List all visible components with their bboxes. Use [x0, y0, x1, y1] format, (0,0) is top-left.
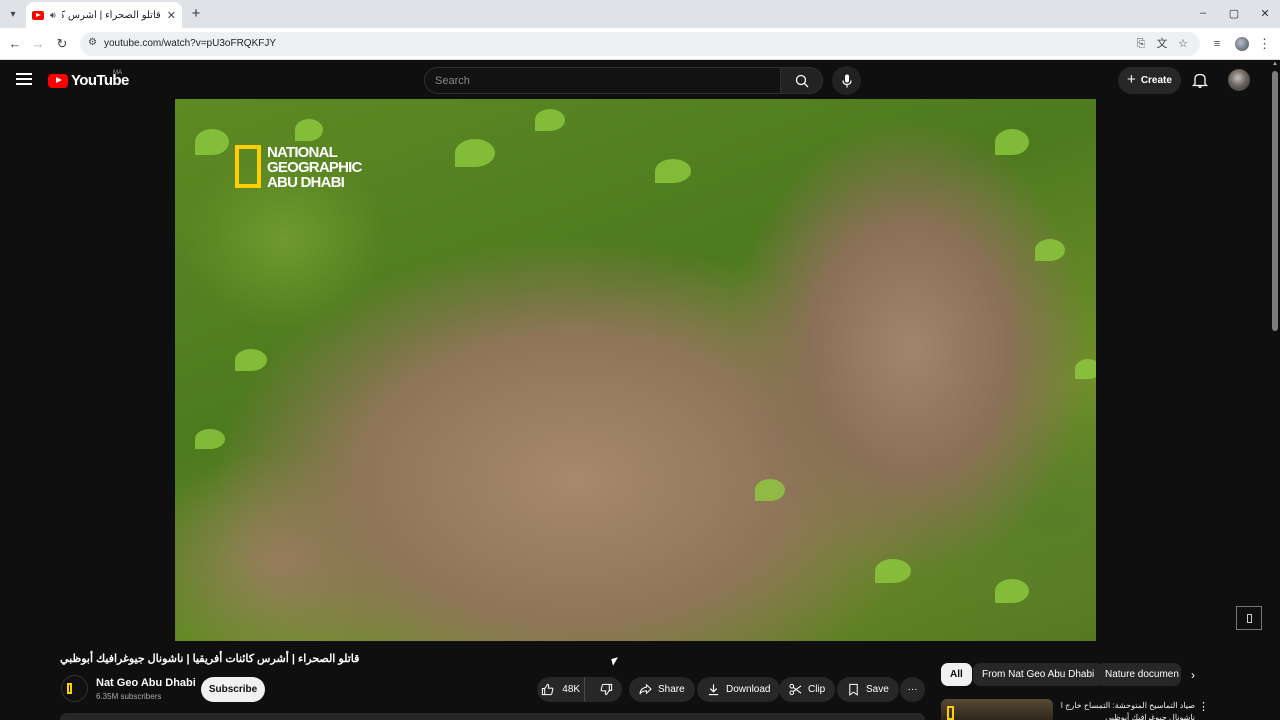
- site-info-icon[interactable]: ⚙︎: [88, 37, 100, 51]
- leaf-decor: [455, 139, 495, 167]
- tab-title: قاتلو الصحراء | أشرس كائنات: [62, 9, 161, 21]
- clip-label: Clip: [808, 684, 826, 695]
- download-button[interactable]: Download: [697, 677, 781, 702]
- scroll-up-icon[interactable]: ▲: [1271, 61, 1279, 67]
- video-title: قاتلو الصحراء | أشرس كائنات أفريقيا | نا…: [60, 653, 360, 665]
- recommended-video-thumbnail[interactable]: [941, 699, 1053, 720]
- share-label: Share: [658, 684, 685, 695]
- leaf-decor: [195, 129, 229, 155]
- leaf-decor: [755, 479, 785, 501]
- url-text[interactable]: youtube.com/watch?v=pU3oFRQKFJY: [104, 38, 276, 49]
- natgeo-frame-icon: [947, 706, 954, 720]
- leaf-decor: [235, 349, 267, 371]
- download-icon: [708, 684, 719, 696]
- leaf-decor: [1035, 239, 1065, 261]
- chevron-right-icon[interactable]: ›: [1185, 667, 1201, 683]
- reload-icon[interactable]: ↻: [54, 36, 70, 52]
- channel-name[interactable]: Nat Geo Abu Dhabi: [96, 677, 196, 689]
- leaf-decor: [875, 559, 911, 583]
- thumbs-down-icon: [600, 683, 613, 696]
- video-player[interactable]: NATIONAL GEOGRAPHIC ABU DHABI: [175, 99, 1096, 641]
- youtube-favicon-icon: [32, 10, 44, 20]
- new-tab-button[interactable]: +: [188, 5, 204, 22]
- create-label: Create: [1140, 75, 1172, 86]
- recommended-video-title[interactable]: صياد التماسيح المتوحشة: التمساح خارج الم…: [1060, 700, 1195, 720]
- search-box: [424, 67, 781, 94]
- bookmark-icon: [849, 683, 858, 696]
- channel-watermark-icon[interactable]: [1236, 606, 1262, 630]
- window-minimize-button[interactable]: –: [1193, 7, 1213, 19]
- logo-line-3: ABU DHABI: [267, 174, 345, 191]
- share-arrow-icon: [639, 683, 652, 695]
- bookmark-star-icon[interactable]: ☆: [1176, 37, 1190, 51]
- like-button[interactable]: 48K: [537, 677, 586, 702]
- browser-toolbar: ← → ↻ ⚙︎ youtube.com/watch?v=pU3oFRQKFJY…: [0, 28, 1280, 60]
- logo-line-1: NATIONAL: [267, 144, 338, 161]
- page-scrollbar[interactable]: ▲: [1270, 61, 1280, 720]
- natgeo-frame-icon: [235, 145, 261, 188]
- tab-close-icon[interactable]: ✕: [167, 9, 176, 22]
- browser-tab-bar: ▾ 🔊︎ قاتلو الصحراء | أشرس كائنات ✕ + – ▢…: [0, 0, 1280, 28]
- youtube-header: YouTube MA + Create: [0, 61, 1270, 99]
- chip-from-channel[interactable]: From Nat Geo Abu Dhabi: [973, 663, 1104, 686]
- share-button[interactable]: Share: [629, 677, 695, 702]
- install-app-icon[interactable]: ⎘: [1134, 37, 1148, 51]
- download-label: Download: [726, 684, 771, 695]
- create-button[interactable]: + Create: [1118, 67, 1181, 94]
- like-count: 48K: [562, 684, 581, 695]
- description-box[interactable]: [60, 713, 925, 720]
- leaf-decor: [1075, 359, 1096, 379]
- natgeo-frame-icon: [67, 683, 72, 694]
- thumbs-up-icon: [542, 683, 554, 696]
- recommended-title-line-1: صياد التماسيح المتوحشة: التمساح خارج الم…: [1060, 701, 1195, 710]
- dislike-button[interactable]: [591, 677, 622, 702]
- window-maximize-button[interactable]: ▢: [1224, 7, 1244, 20]
- clip-button[interactable]: Clip: [779, 677, 836, 702]
- tab-audio-icon[interactable]: 🔊︎: [50, 10, 56, 21]
- subscriber-count: 6.35M subscribers: [96, 692, 162, 701]
- translate-icon[interactable]: 文: [1155, 37, 1169, 51]
- channel-avatar[interactable]: [61, 675, 88, 702]
- region-code: MA: [113, 70, 122, 76]
- recommended-title-line-2: ناشونال جيوغرافيك أبوظبي: [1105, 713, 1195, 720]
- more-horizontal-icon: ···: [907, 684, 918, 695]
- browser-menu-icon[interactable]: ⋮: [1258, 36, 1271, 52]
- natgeo-abudhabi-logo: NATIONAL GEOGRAPHIC ABU DHABI: [235, 145, 362, 190]
- guide-menu-icon[interactable]: [16, 73, 32, 85]
- like-dislike-group: 48K: [537, 677, 622, 702]
- scrollbar-thumb[interactable]: [1272, 71, 1278, 331]
- forward-arrow-icon[interactable]: →: [30, 36, 46, 52]
- search-button[interactable]: [781, 67, 823, 94]
- scissors-icon: [789, 683, 802, 696]
- back-arrow-icon[interactable]: ←: [7, 36, 23, 52]
- leaf-decor: [295, 119, 323, 141]
- notifications-bell-icon[interactable]: [1191, 71, 1209, 89]
- window-close-button[interactable]: ✕: [1255, 7, 1275, 20]
- logo-line-2: GEOGRAPHIC: [267, 159, 362, 176]
- leaf-decor: [535, 109, 565, 131]
- chip-nature-documentary[interactable]: Nature documen: [1096, 663, 1181, 686]
- save-label: Save: [866, 684, 889, 695]
- leaf-decor: [995, 129, 1029, 155]
- subscribe-button[interactable]: Subscribe: [201, 677, 265, 702]
- microphone-icon: [841, 74, 852, 87]
- youtube-play-logo-icon: [48, 73, 68, 88]
- tab-search-chevron-icon[interactable]: ▾: [4, 6, 22, 24]
- reading-list-icon[interactable]: ≡: [1210, 37, 1224, 51]
- voice-search-button[interactable]: [832, 66, 861, 95]
- user-avatar[interactable]: [1228, 69, 1250, 91]
- search-input[interactable]: [425, 68, 780, 93]
- browser-profile-avatar[interactable]: [1235, 37, 1249, 51]
- browser-tab-active[interactable]: 🔊︎ قاتلو الصحراء | أشرس كائنات ✕: [26, 2, 182, 28]
- recommendation-more-icon[interactable]: ⋮: [1198, 700, 1209, 713]
- leaf-decor: [655, 159, 691, 183]
- address-bar[interactable]: ⚙︎ youtube.com/watch?v=pU3oFRQKFJY ⎘ 文 ☆: [80, 32, 1200, 56]
- leaf-decor: [195, 429, 225, 449]
- chip-all[interactable]: All: [941, 663, 972, 686]
- leaf-decor: [995, 579, 1029, 603]
- search-icon: [795, 74, 809, 88]
- more-actions-button[interactable]: ···: [900, 677, 925, 702]
- plus-icon: +: [1127, 71, 1136, 88]
- save-button[interactable]: Save: [837, 677, 899, 702]
